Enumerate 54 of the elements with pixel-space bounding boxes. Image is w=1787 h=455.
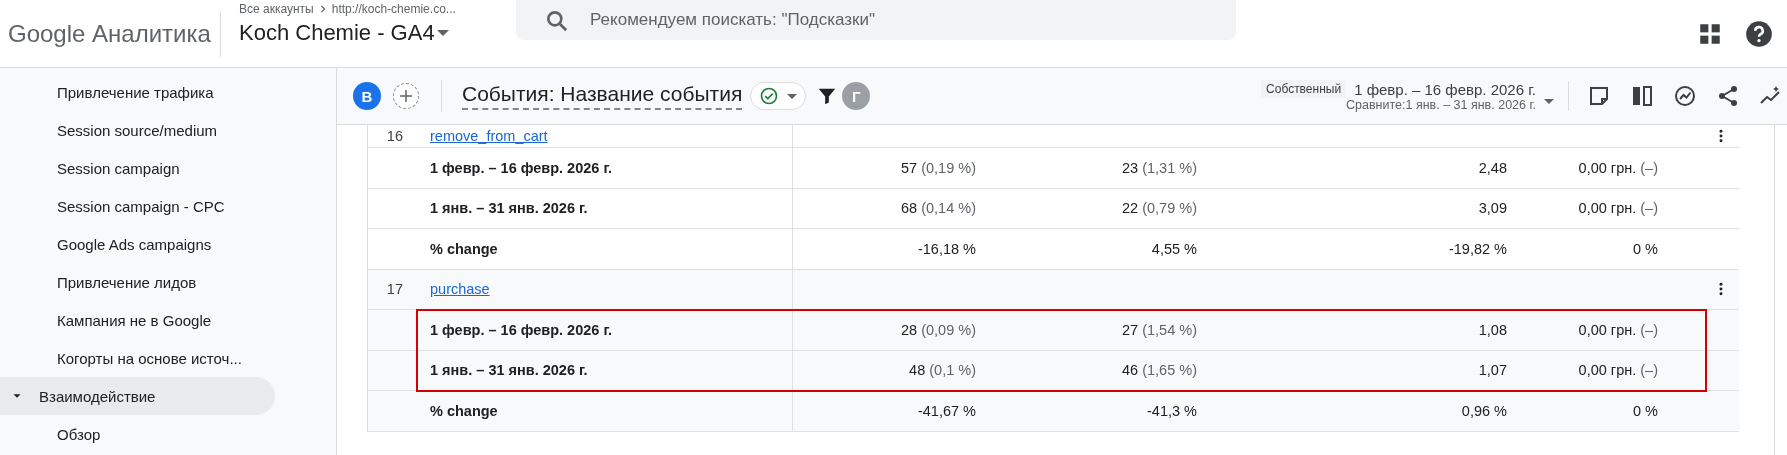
date-type-chip: Собственный [1261,80,1347,98]
segment-avatar[interactable]: B [353,82,381,110]
table-cell: 0 % [1633,240,1658,257]
table-cell: 3,09 [1478,200,1507,217]
nav-item[interactable]: Привлечение трафика [0,73,275,111]
table-cell: -41,67 % [917,402,976,419]
nav-item[interactable]: Привлечение лидов [0,263,275,301]
nav-item[interactable]: Обзор [0,415,275,453]
breadcrumb-link[interactable]: Все аккаунты [239,2,314,16]
report-title: События: Название события [462,82,743,110]
rank-number: 17 [386,281,404,298]
date-range[interactable]: 1 февр. – 16 февр. 2026 г. [1354,80,1536,98]
rank-number: 16 [386,128,404,144]
table-cell: 0,00 грн. (–) [1578,362,1658,379]
table-cell: 27 (1,54 %) [1122,321,1197,338]
nav-item[interactable]: Session source/medium [0,111,275,149]
table-cell: 0 % [1633,402,1658,419]
period-label: 1 янв. – 31 янв. 2026 г. [429,362,588,379]
property-name[interactable]: Koch Chemie - GA4 [239,20,435,46]
table-cell: 28 (0,09 %) [901,321,976,338]
nav-item[interactable]: Session campaign [0,149,275,187]
period-label: 1 февр. – 16 февр. 2026 г. [429,159,613,176]
nav-item[interactable]: Session campaign - CPC [0,187,275,225]
table-cell: -41,3 % [1147,402,1197,419]
table-cell: 57 (0,19 %) [901,159,976,176]
table-cell: 0,00 грн. (–) [1578,200,1658,217]
table-cell: 2,48 [1478,159,1507,176]
nav-item[interactable]: Когорты на основе источ... [0,339,275,377]
table-cell: 0,96 % [1461,402,1507,419]
nav-item[interactable]: Кампания не в Google [0,301,275,339]
table-cell: 48 (0,1 %) [909,362,976,379]
table-cell: 22 (0,79 %) [1122,200,1197,217]
table-cell: 23 (1,31 %) [1122,159,1197,176]
table-cell: 0,00 грн. (–) [1578,321,1658,338]
event-link[interactable]: purchase [416,281,490,298]
app-logo[interactable]: Google Аналитика [8,19,220,48]
table-cell: 46 (1,65 %) [1122,362,1197,379]
period-label: % change [429,402,498,419]
table-cell: -19,82 % [1448,240,1507,257]
period-label: % change [429,240,498,257]
table-cell: 0,00 грн. (–) [1578,159,1658,176]
breadcrumb-link[interactable]: http://koch-chemie.co... [331,2,456,16]
table-cell: 1,08 [1478,321,1507,338]
table-cell: 4,55 % [1151,240,1197,257]
period-label: 1 янв. – 31 янв. 2026 г. [429,200,588,217]
table-cell: 68 (0,14 %) [901,200,976,217]
search-field[interactable]: Рекомендуем поискать: "Подсказки" [516,0,1236,40]
nav-item[interactable]: Google Ads campaigns [0,225,275,263]
table-cell: -16,18 % [917,240,976,257]
nav-item[interactable]: Взаимодействие [0,377,275,415]
event-link[interactable]: remove_from_cart [416,128,548,144]
table-cell: 1,07 [1478,362,1507,379]
period-label: 1 февр. – 16 февр. 2026 г. [429,321,613,338]
compare-range[interactable]: Сравните:1 янв. – 31 янв. 2026 г. [1346,98,1536,112]
